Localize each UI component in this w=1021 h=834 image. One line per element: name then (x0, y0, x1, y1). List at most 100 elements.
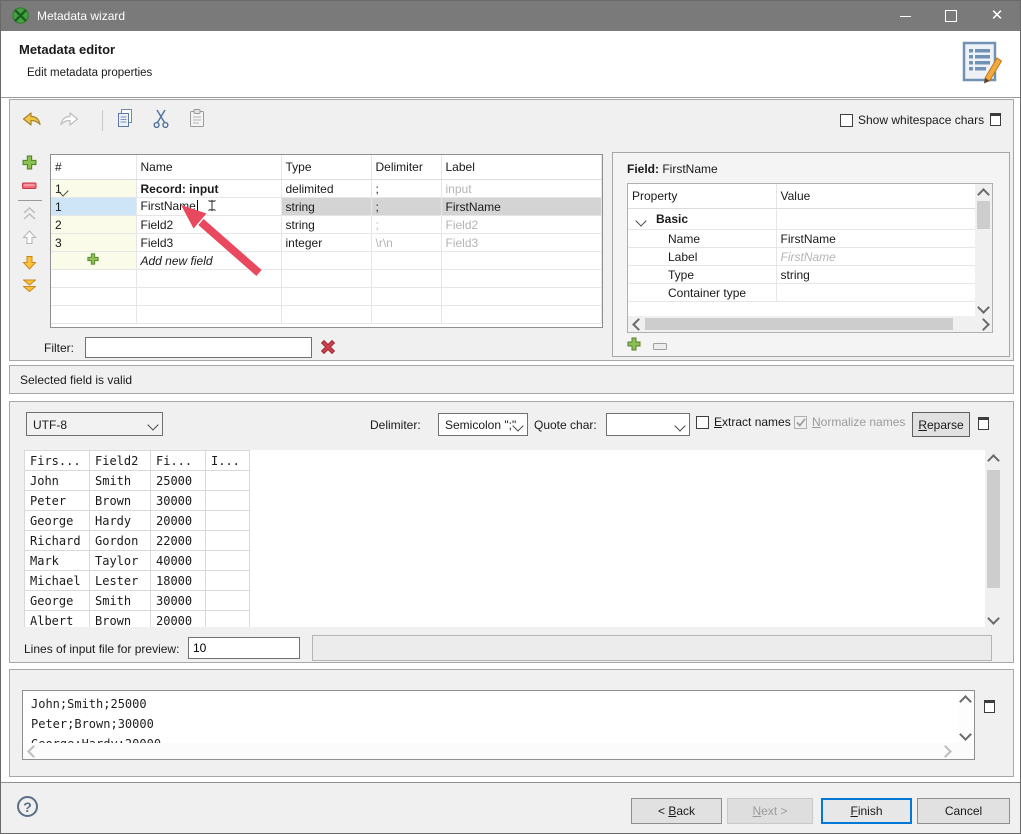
scroll-thumb[interactable] (987, 470, 1000, 588)
show-whitespace-checkbox[interactable]: Show whitespace chars (840, 113, 984, 127)
move-bottom-button[interactable] (18, 279, 40, 295)
property-value[interactable] (776, 284, 976, 302)
record-delimiter[interactable]: ; (371, 180, 441, 198)
property-vscrollbar[interactable] (975, 184, 992, 316)
record-type[interactable]: delimited (281, 180, 371, 198)
clear-filter-button[interactable] (320, 339, 336, 358)
scroll-up-arrow[interactable] (985, 450, 1002, 467)
maximize-panel-icon[interactable] (978, 417, 989, 430)
add-field-button[interactable] (18, 155, 40, 173)
property-row[interactable]: Container type (628, 284, 976, 302)
field-num[interactable]: 2 (51, 216, 136, 234)
raw-vscrollbar[interactable] (957, 691, 974, 743)
field-type[interactable]: string (281, 216, 371, 234)
help-button[interactable]: ? (17, 796, 38, 817)
property-row[interactable]: Type string (628, 266, 976, 284)
scroll-left-arrow[interactable] (628, 316, 645, 332)
add-row-plus-icon[interactable] (87, 254, 99, 268)
scroll-down-arrow[interactable] (985, 610, 1002, 627)
raw-hscrollbar[interactable] (23, 743, 974, 759)
field-num[interactable]: 3 (51, 234, 136, 252)
property-row[interactable]: Label FirstName (628, 248, 976, 266)
field-name-editing[interactable]: FirstName (136, 198, 281, 216)
scroll-left-arrow[interactable] (23, 743, 40, 760)
scroll-down-arrow[interactable] (975, 299, 992, 316)
record-label[interactable]: input (441, 180, 602, 198)
checkbox-box (696, 416, 709, 429)
raw-preview-box[interactable]: John;Smith;25000 Peter;Brown;30000 Georg… (22, 690, 975, 760)
property-hscrollbar[interactable] (628, 316, 992, 332)
paste-button[interactable] (185, 109, 209, 131)
field-delimiter[interactable]: ; (371, 198, 441, 216)
scroll-down-arrow[interactable] (957, 726, 974, 743)
reparse-button[interactable]: Reparse (912, 412, 970, 437)
move-top-button[interactable] (18, 207, 40, 223)
charset-select[interactable]: UTF-8 (26, 412, 163, 436)
record-row[interactable]: 1 Record: input delimited ; input (51, 180, 602, 198)
maximize-panel-icon[interactable] (984, 700, 995, 713)
next-button[interactable]: Next > (727, 798, 813, 824)
quote-char-label: Quote char: (534, 418, 597, 432)
cancel-button[interactable]: Cancel (917, 798, 1010, 824)
quote-char-select[interactable] (606, 413, 690, 436)
scissors-icon (152, 108, 170, 132)
empty-row (51, 288, 602, 306)
add-new-field-label[interactable]: Add new field (136, 252, 281, 270)
field-row[interactable]: 2 Field2 string ; Field2 (51, 216, 602, 234)
status-message: Selected field is valid (20, 373, 132, 387)
preview-row: MarkTaylor40000 (25, 551, 250, 571)
minimize-button[interactable] (882, 1, 928, 31)
toolbar-divider (102, 110, 103, 131)
field-label[interactable]: FirstName (441, 198, 602, 216)
empty-row (51, 270, 602, 288)
field-type[interactable]: string (281, 198, 371, 216)
cut-button[interactable] (149, 109, 173, 131)
record-name[interactable]: Record: input (136, 180, 281, 198)
finish-button[interactable]: Finish (821, 798, 912, 824)
text-caret (197, 200, 198, 213)
extract-names-checkbox[interactable]: Extract names (696, 415, 791, 429)
preview-lines-input[interactable] (188, 637, 300, 659)
property-group-row[interactable]: Basic (628, 209, 976, 230)
property-value[interactable]: FirstName (776, 248, 976, 266)
move-down-button[interactable] (18, 255, 40, 272)
preview-vscrollbar[interactable] (985, 450, 1002, 627)
scroll-up-arrow[interactable] (975, 184, 992, 201)
scroll-right-arrow[interactable] (937, 743, 954, 760)
remove-field-button[interactable] (18, 179, 40, 193)
collapse-basic-icon[interactable] (635, 215, 646, 226)
close-button[interactable]: ✕ (974, 1, 1020, 31)
undo-button[interactable] (20, 110, 44, 132)
wizard-header: Metadata editor Edit metadata properties (1, 31, 1020, 98)
scroll-thumb[interactable] (645, 318, 953, 330)
scroll-right-arrow[interactable] (975, 316, 992, 332)
field-label[interactable]: Field3 (441, 234, 602, 252)
back-button[interactable]: < Back (631, 798, 722, 824)
delimiter-select[interactable]: Semicolon ";" (438, 413, 528, 436)
field-delimiter[interactable]: \r\n (371, 234, 441, 252)
scroll-thumb[interactable] (977, 201, 990, 229)
field-row-selected[interactable]: 1 FirstName string ; FirstName (51, 198, 602, 216)
field-label[interactable]: Field2 (441, 216, 602, 234)
window-title: Metadata wizard (37, 9, 125, 23)
field-name[interactable]: Field2 (136, 216, 281, 234)
filter-input[interactable] (85, 337, 312, 358)
maximize-panel-icon[interactable] (990, 113, 1001, 126)
field-num[interactable]: 1 (51, 198, 136, 216)
move-up-button[interactable] (18, 230, 40, 247)
maximize-button[interactable] (928, 1, 974, 31)
remove-property-button[interactable] (649, 341, 671, 351)
field-type[interactable]: integer (281, 234, 371, 252)
field-row[interactable]: 3 Field3 integer \r\n Field3 (51, 234, 602, 252)
property-name: Type (628, 266, 776, 284)
property-value[interactable]: string (776, 266, 976, 284)
field-name[interactable]: Field3 (136, 234, 281, 252)
copy-button[interactable] (113, 109, 137, 131)
add-new-field-row[interactable]: Add new field (51, 252, 602, 270)
scroll-up-arrow[interactable] (957, 691, 974, 708)
property-value[interactable]: FirstName (776, 230, 976, 248)
field-delimiter[interactable]: ; (371, 216, 441, 234)
property-row[interactable]: Name FirstName (628, 230, 976, 248)
redo-button[interactable] (57, 110, 81, 132)
add-property-button[interactable] (623, 337, 645, 353)
